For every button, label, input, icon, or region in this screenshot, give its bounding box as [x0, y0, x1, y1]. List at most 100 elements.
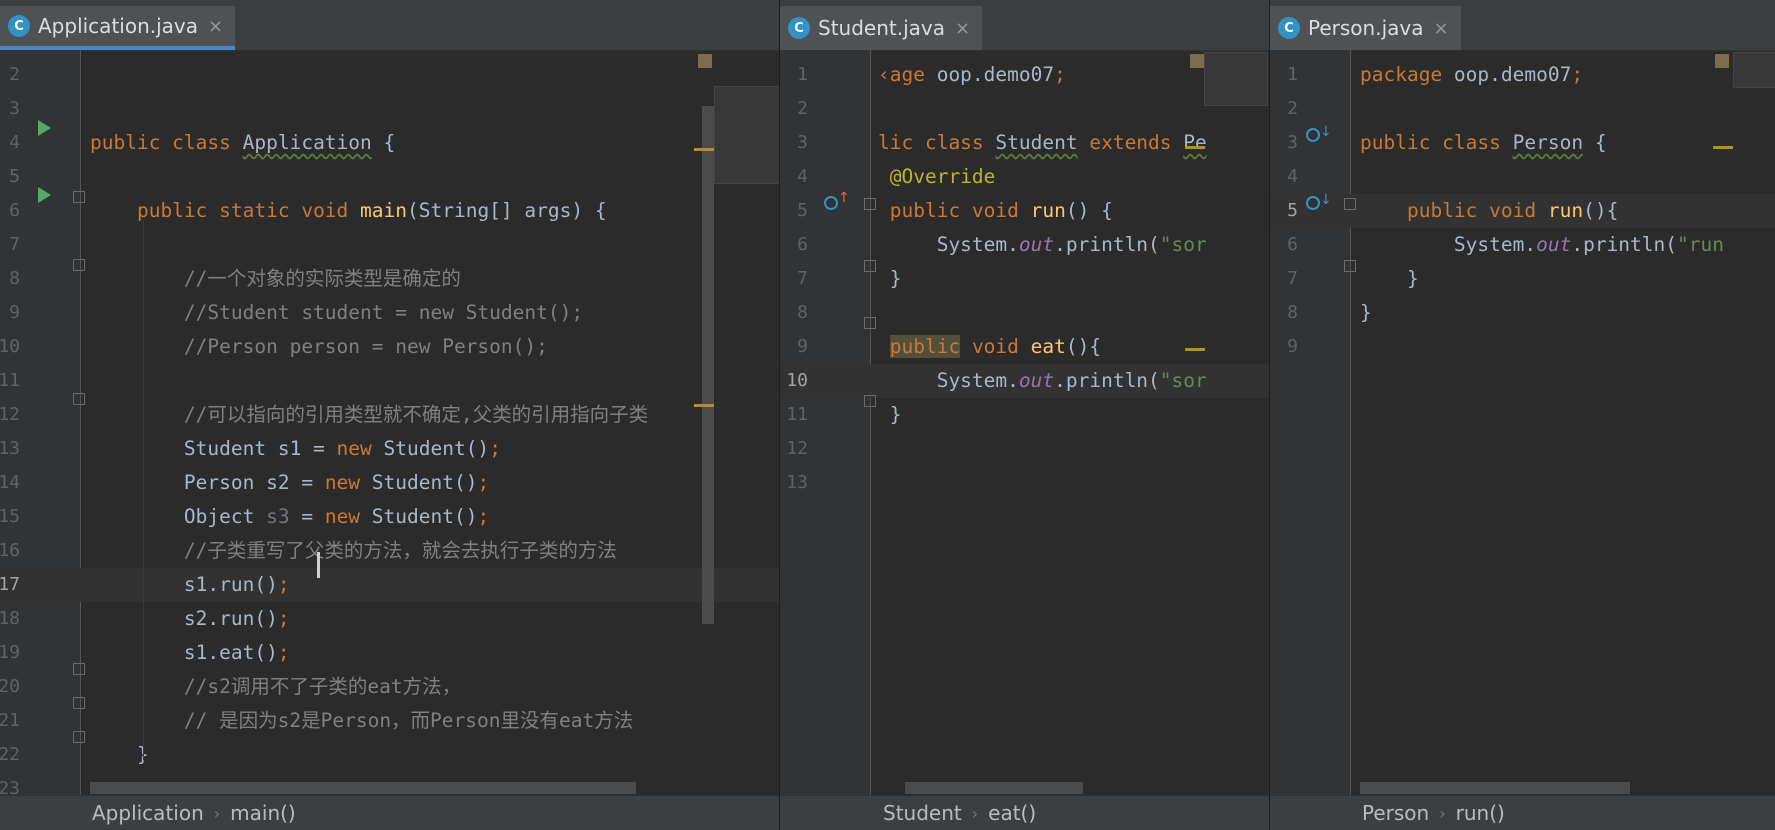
fold-icon[interactable]	[73, 697, 85, 709]
breadcrumb: Application › main()	[0, 795, 779, 830]
run-main-icon[interactable]	[38, 187, 51, 203]
code-line[interactable]: public class Person {	[1270, 126, 1775, 160]
close-icon[interactable]: ×	[1433, 18, 1448, 39]
code-line[interactable]	[1270, 92, 1775, 126]
code-line[interactable]: s1.eat();	[0, 636, 779, 670]
horizontal-scrollbar[interactable]	[1360, 782, 1630, 794]
code-line[interactable]	[0, 228, 779, 262]
code-line[interactable]: //一个对象的实际类型是确定的	[0, 262, 779, 296]
code-line[interactable]	[0, 364, 779, 398]
tab-student-java[interactable]: C Student.java ×	[780, 6, 983, 50]
code-line[interactable]: @Override	[780, 160, 1270, 194]
code-line[interactable]: package oop.demo07;	[1270, 58, 1775, 92]
code-line[interactable]: //Person person = new Person();	[0, 330, 779, 364]
run-class-icon[interactable]	[38, 120, 51, 136]
code-line[interactable]: s2.run();	[0, 602, 779, 636]
breadcrumb-method[interactable]: run()	[1456, 801, 1505, 825]
warning-stripe	[1185, 348, 1205, 351]
code-line[interactable]	[0, 160, 779, 194]
code-line[interactable]: Object s3 = new Student();	[0, 500, 779, 534]
fold-icon[interactable]	[864, 395, 876, 407]
fold-icon[interactable]	[73, 259, 85, 271]
horizontal-scrollbar[interactable]	[90, 782, 636, 794]
close-icon[interactable]: ×	[208, 16, 223, 37]
implemented-method-icon[interactable]	[1306, 128, 1320, 142]
breadcrumb-method[interactable]: eat()	[988, 801, 1036, 825]
class-icon: C	[8, 15, 30, 37]
fold-icon[interactable]	[864, 260, 876, 272]
fold-icon[interactable]	[73, 191, 85, 203]
tab-person-java[interactable]: C Person.java ×	[1270, 6, 1461, 50]
warning-stripe	[694, 404, 714, 407]
code-line[interactable]: //Student student = new Student();	[0, 296, 779, 330]
code-line[interactable]: public void run() {	[780, 194, 1270, 228]
horizontal-scrollbar[interactable]	[905, 782, 1083, 794]
implemented-method-icon[interactable]	[1306, 196, 1320, 210]
fold-icon[interactable]	[1344, 198, 1356, 210]
line-number: 17	[0, 574, 20, 595]
code-editor[interactable]: 2 3 public class Application {4 5 public st…	[0, 50, 779, 796]
code-line[interactable]: //s2调用不了子类的eat方法，	[0, 670, 779, 704]
code-editor[interactable]: package oop.demo07; 1 2 public class Person…	[1270, 50, 1775, 796]
minimap[interactable]	[1733, 52, 1775, 88]
code-line[interactable]: System.out.println("sor	[780, 228, 1270, 262]
inspection-status-icon[interactable]	[1715, 54, 1729, 68]
vertical-scrollbar[interactable]	[702, 106, 714, 624]
fold-icon[interactable]	[73, 663, 85, 675]
code-line[interactable]	[0, 92, 779, 126]
inspection-status-icon[interactable]	[1190, 54, 1204, 68]
fold-icon[interactable]	[73, 731, 85, 743]
line-number: 12	[0, 404, 20, 425]
line-number: 2	[797, 98, 808, 119]
code-line[interactable]: }	[0, 738, 779, 772]
line-number: 1	[1287, 64, 1298, 85]
breadcrumb-method[interactable]: main()	[230, 801, 296, 825]
breadcrumb-class[interactable]: Student	[883, 801, 962, 825]
fold-icon[interactable]	[73, 393, 85, 405]
code-line[interactable]: Student s1 = new Student();	[0, 432, 779, 466]
tab-title: Person.java	[1308, 16, 1424, 40]
line-number: 16	[0, 540, 20, 561]
code-line[interactable]	[780, 92, 1270, 126]
tab-title: Application.java	[38, 14, 199, 38]
code-line[interactable]	[780, 466, 1270, 500]
line-number: 2	[1287, 98, 1298, 119]
fold-icon[interactable]	[864, 198, 876, 210]
code-line[interactable]: }	[780, 398, 1270, 432]
fold-icon[interactable]	[864, 317, 876, 329]
line-number: 9	[1287, 336, 1298, 357]
close-icon[interactable]: ×	[955, 18, 970, 39]
code-line[interactable]: s1.run();	[0, 568, 779, 602]
minimap[interactable]	[714, 86, 779, 184]
line-number: 11	[786, 404, 808, 425]
code-line[interactable]: //子类重写了父类的方法，就会去执行子类的方法	[0, 534, 779, 568]
code-line[interactable]: lic class Student extends Pe	[780, 126, 1270, 160]
code-line[interactable]: public static void main(String[] args) {	[0, 194, 779, 228]
line-number: 3	[9, 98, 20, 119]
code-line[interactable]	[780, 296, 1270, 330]
code-line[interactable]	[0, 58, 779, 92]
breadcrumb-class[interactable]: Person	[1362, 801, 1429, 825]
line-number: 1	[797, 64, 808, 85]
minimap[interactable]	[1204, 52, 1268, 106]
breadcrumb-class[interactable]: Application	[92, 801, 204, 825]
code-line[interactable]	[1270, 330, 1775, 364]
code-line[interactable]: System.out.println("sor	[780, 364, 1270, 398]
code-line[interactable]	[780, 432, 1270, 466]
warning-stripe	[694, 148, 714, 151]
code-line[interactable]: //可以指向的引用类型就不确定,父类的引用指向子类	[0, 398, 779, 432]
code-line[interactable]: public class Application {	[0, 126, 779, 160]
code-line[interactable]: }	[1270, 296, 1775, 330]
code-line[interactable]: Person s2 = new Student();	[0, 466, 779, 500]
code-line[interactable]: public void eat(){	[780, 330, 1270, 364]
code-line[interactable]	[1270, 160, 1775, 194]
code-line[interactable]: System.out.println("run	[1270, 228, 1775, 262]
code-editor[interactable]: ‹age oop.demo07; 1 2 lic class Student exte…	[780, 50, 1270, 796]
code-line[interactable]: }	[780, 262, 1270, 296]
tab-application-java[interactable]: C Application.java ×	[0, 6, 236, 50]
overrides-method-icon[interactable]	[824, 196, 838, 210]
code-line[interactable]: // 是因为s2是Person，而Person里没有eat方法	[0, 704, 779, 738]
inspection-status-icon[interactable]	[698, 54, 712, 68]
line-number: 3	[797, 132, 808, 153]
fold-icon[interactable]	[1344, 260, 1356, 272]
